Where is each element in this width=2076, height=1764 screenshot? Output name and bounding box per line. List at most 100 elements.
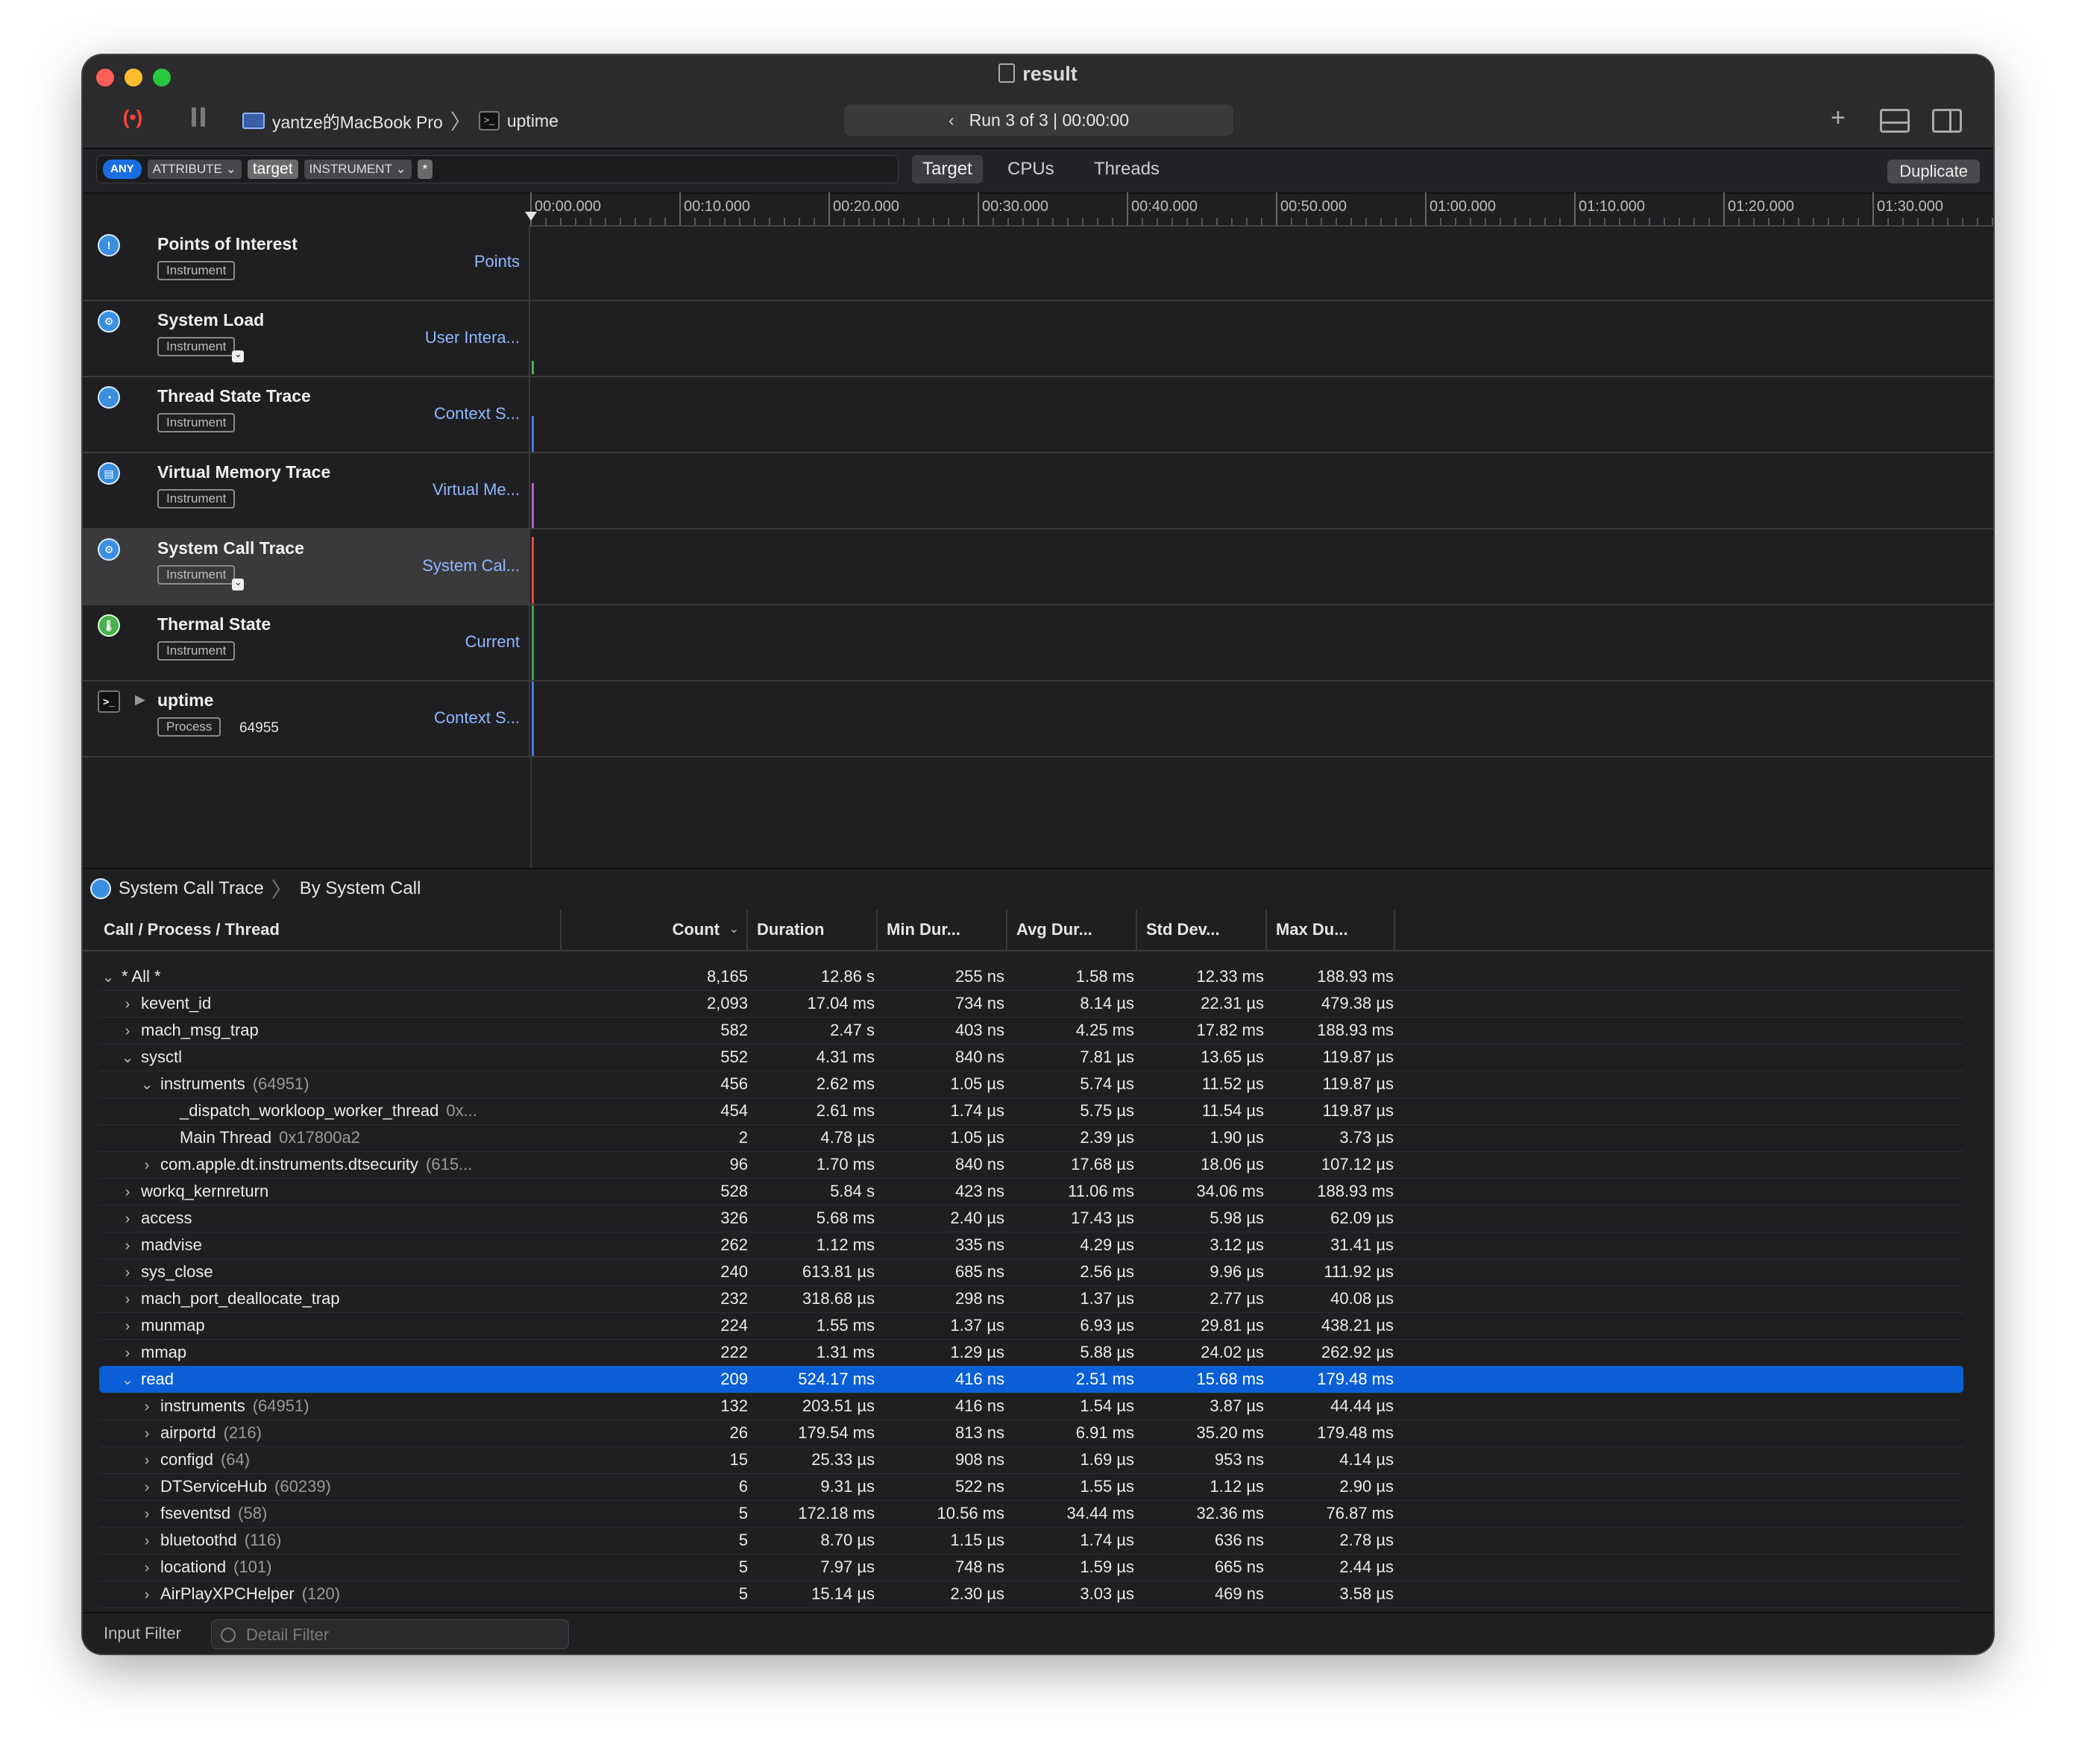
table-row[interactable]: › madvise 262 1.12 ms 335 ns 4.29 µs 3.12 µs 31…	[99, 1232, 1963, 1259]
attribute-token[interactable]: ATTRIBUTE ⌄	[147, 160, 242, 179]
toggle-inspector-icon[interactable]	[1932, 109, 1962, 133]
chevron-down-icon[interactable]: ⌄	[99, 964, 117, 991]
chevron-right-icon[interactable]: ›	[138, 1152, 156, 1179]
table-row[interactable]: › kevent_id 2,093 17.04 ms 734 ns 8.14 µs 22.3…	[99, 990, 1963, 1018]
chevron-right-icon[interactable]: ›	[138, 1474, 156, 1501]
col-std-dev[interactable]: Std Dev...	[1136, 910, 1265, 950]
col-call-process-thread[interactable]: Call / Process / Thread	[95, 910, 560, 950]
col-min-duration[interactable]: Min Dur...	[876, 910, 1006, 950]
input-filter-button[interactable]: Input Filter	[104, 1624, 181, 1643]
table-row[interactable]: › bluetoothd (116) 5 8.70 µs 1.15 µs 1.74 µs 63…	[99, 1527, 1963, 1554]
table-row[interactable]: › AirPlayXPCHelper (120) 5 15.14 µs 2.30 µs 3.…	[99, 1581, 1963, 1608]
track-graph[interactable]	[532, 377, 1993, 452]
track-header[interactable]: ▤ Virtual Memory Trace Instrument Virtua…	[83, 453, 530, 528]
table-row[interactable]: ⌄ instruments (64951) 456 2.62 ms 1.05 µs 5.74…	[99, 1071, 1963, 1098]
track-graph[interactable]	[532, 453, 1993, 528]
chevron-right-icon[interactable]: ›	[119, 1313, 136, 1340]
col-count[interactable]: Count ⌄	[560, 910, 746, 950]
track-system-load[interactable]: ⚙ System Load Instrument User Intera...	[83, 301, 1993, 377]
chevron-right-icon[interactable]: ›	[119, 1179, 136, 1206]
wildcard-token[interactable]: *	[417, 160, 433, 179]
chevron-right-icon[interactable]: ›	[138, 1393, 156, 1420]
track-graph[interactable]	[532, 529, 1993, 604]
col-duration[interactable]: Duration	[746, 910, 876, 950]
chevron-right-icon[interactable]: ›	[138, 1581, 156, 1608]
table-row[interactable]: ⌄ * All * 8,165 12.86 s 255 ns 1.58 ms 12.33 m…	[99, 963, 1963, 991]
track-detail-selector[interactable]: Context S...	[434, 708, 520, 728]
track-thermal-state[interactable]: 🌡 Thermal State Instrument Current	[83, 605, 1993, 681]
breadcrumb-instrument[interactable]: System Call Trace	[119, 878, 264, 899]
table-row[interactable]: › mach_port_deallocate_trap 232 318.68 µs 29…	[99, 1285, 1963, 1313]
track-thread-state-trace[interactable]: ◔ Thread State Trace Instrument Context …	[83, 377, 1993, 453]
tab-target[interactable]: Target	[912, 155, 983, 183]
track-header[interactable]: ! Points of Interest Instrument Points	[83, 225, 530, 300]
table-row[interactable]: Main Thread 0x17800a2 2 4.78 µs 1.05 µs 2.39 …	[99, 1124, 1963, 1152]
table-row[interactable]: › munmap 224 1.55 ms 1.37 µs 6.93 µs 29.81 µs 4…	[99, 1312, 1963, 1340]
track-detail-selector[interactable]: System Cal...	[422, 556, 520, 576]
col-max-duration[interactable]: Max Du...	[1265, 910, 1395, 950]
track-detail-selector[interactable]: User Intera...	[425, 328, 520, 347]
track-points-of-interest[interactable]: ! Points of Interest Instrument Points	[83, 225, 1993, 301]
track-header[interactable]: ⚙ System Load Instrument User Intera...	[83, 301, 530, 376]
track-graph[interactable]	[532, 605, 1993, 680]
table-row[interactable]: › access 326 5.68 ms 2.40 µs 17.43 µs 5.98 µs 6…	[99, 1205, 1963, 1232]
chevron-right-icon[interactable]: ›	[138, 1447, 156, 1474]
track-graph[interactable]	[532, 681, 1993, 756]
track-virtual-memory-trace[interactable]: ▤ Virtual Memory Trace Instrument Virtua…	[83, 453, 1993, 529]
table-row[interactable]: › DTServiceHub (60239) 6 9.31 µs 522 ns 1.55 µ…	[99, 1473, 1963, 1501]
table-row[interactable]: ⌄ read 209 524.17 ms 416 ns 2.51 ms 15.68 ms 17…	[99, 1366, 1963, 1393]
record-button[interactable]: (•)	[120, 106, 145, 128]
track-detail-selector[interactable]: Virtual Me...	[432, 480, 520, 500]
track-header[interactable]: ◔ Thread State Trace Instrument Context …	[83, 377, 530, 452]
duplicate-button[interactable]: Duplicate	[1887, 160, 1980, 183]
chevron-right-icon[interactable]: ›	[119, 1018, 136, 1045]
col-avg-duration[interactable]: Avg Dur...	[1006, 910, 1136, 950]
table-row[interactable]: › instruments (64951) 132 203.51 µs 416 ns 1.5…	[99, 1393, 1963, 1420]
table-row[interactable]: › configd (64) 15 25.33 µs 908 ns 1.69 µs 953 n…	[99, 1446, 1963, 1474]
track-filter-field[interactable]: ANY ATTRIBUTE ⌄ target INSTRUMENT ⌄ *	[96, 155, 899, 183]
timeline-ruler[interactable]: 00:00.000 00:10.000 00:20.000 00:30.000 00:4…	[530, 192, 1993, 227]
chevron-right-icon[interactable]: ›	[119, 1286, 136, 1313]
track-uptime-process[interactable]: >_ ▶ uptime Process 64955 Context S...	[83, 681, 1993, 757]
chevron-right-icon[interactable]: ›	[138, 1420, 156, 1447]
breadcrumb-view[interactable]: By System Call	[300, 878, 421, 899]
table-row[interactable]: ⌄ sysctl 552 4.31 ms 840 ns 7.81 µs 13.65 µs 11…	[99, 1044, 1963, 1071]
playhead-icon[interactable]	[525, 212, 537, 221]
track-badge[interactable]: Instrument	[157, 337, 245, 362]
target-selector[interactable]: yantze的MacBook Pro 〉 >_ uptime	[242, 106, 559, 136]
table-row[interactable]: › mach_msg_trap 582 2.47 s 403 ns 4.25 ms 17.8…	[99, 1017, 1963, 1045]
table-row[interactable]: › airportd (216) 26 179.54 ms 813 ns 6.91 ms 35…	[99, 1420, 1963, 1447]
track-header[interactable]: ⚙ System Call Trace Instrument System Ca…	[83, 529, 530, 604]
toggle-detail-area-icon[interactable]	[1880, 109, 1910, 133]
tab-threads[interactable]: Threads	[1083, 155, 1170, 183]
chevron-down-icon[interactable]: ⌄	[119, 1367, 136, 1393]
track-system-call-trace[interactable]: ⚙ System Call Trace Instrument System Ca…	[83, 529, 1993, 605]
target-token[interactable]: target	[247, 160, 298, 179]
detail-filter-input[interactable]: Detail Filter	[211, 1619, 569, 1649]
tab-cpus[interactable]: CPUs	[997, 155, 1065, 183]
disclosure-triangle-icon[interactable]: ▶	[135, 692, 145, 708]
table-row[interactable]: › sys_close 240 613.81 µs 685 ns 2.56 µs 9.96 …	[99, 1259, 1963, 1286]
table-row[interactable]: _dispatch_workloop_worker_thread 0x... 454…	[99, 1097, 1963, 1125]
instrument-token[interactable]: INSTRUMENT ⌄	[303, 160, 412, 179]
chevron-down-icon[interactable]: ⌄	[119, 1045, 136, 1071]
track-detail-selector[interactable]: Current	[465, 632, 520, 652]
chevron-right-icon[interactable]: ›	[138, 1554, 156, 1581]
chevron-right-icon[interactable]: ›	[119, 991, 136, 1018]
chevron-left-icon[interactable]: ‹	[949, 110, 954, 130]
table-row[interactable]: › workq_kernreturn 528 5.84 s 423 ns 11.06 ms…	[99, 1178, 1963, 1206]
table-row[interactable]: › com.apple.dt.instruments.dtsecurity (615…	[99, 1151, 1963, 1179]
pause-button[interactable]	[192, 107, 207, 127]
chevron-right-icon[interactable]: ›	[138, 1501, 156, 1528]
track-badge[interactable]: Instrument	[157, 565, 245, 590]
chevron-right-icon[interactable]: ›	[119, 1232, 136, 1259]
track-detail-selector[interactable]: Points	[474, 252, 520, 271]
track-header[interactable]: 🌡 Thermal State Instrument Current	[83, 605, 530, 680]
chevron-down-icon[interactable]: ⌄	[138, 1071, 156, 1098]
chevron-right-icon[interactable]: ›	[119, 1259, 136, 1286]
track-detail-selector[interactable]: Context S...	[434, 404, 520, 423]
table-row[interactable]: › mmap 222 1.31 ms 1.29 µs 5.88 µs 24.02 µs 262…	[99, 1339, 1963, 1367]
table-row[interactable]: › locationd (101) 5 7.97 µs 748 ns 1.59 µs 665 …	[99, 1554, 1963, 1581]
chevron-right-icon[interactable]: ›	[119, 1206, 136, 1232]
add-instrument-button[interactable]: +	[1831, 104, 1846, 131]
